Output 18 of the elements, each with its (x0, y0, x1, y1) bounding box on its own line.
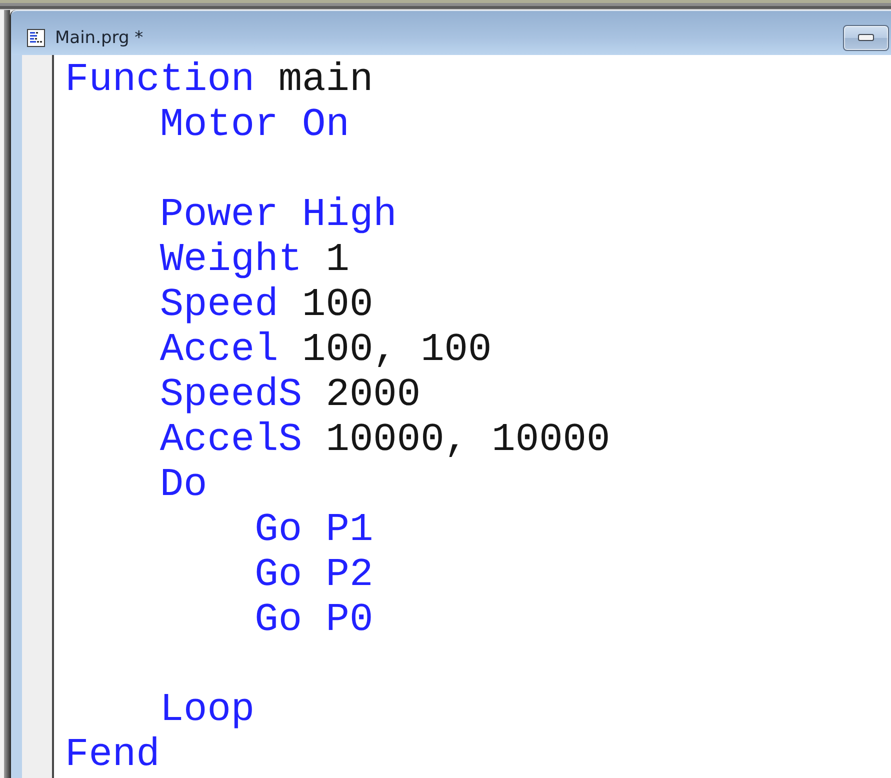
code-line: Function main (65, 57, 374, 102)
code-line: Speed 100 (160, 282, 374, 327)
code-line: Accel 100, 100 (160, 327, 492, 372)
window-title: Main.prg * (55, 28, 144, 48)
code-line: Loop (160, 687, 255, 732)
minimize-button[interactable] (843, 24, 889, 50)
code-line: Go P0 (254, 597, 374, 642)
code-line: Do (160, 462, 208, 507)
code-window-icon (27, 28, 45, 46)
code-line: SpeedS 2000 (160, 372, 421, 417)
code-line: Power High (160, 192, 397, 237)
code-line: Motor On (160, 102, 350, 147)
code-line: Weight 1 (160, 237, 350, 282)
code-line: Go P1 (254, 507, 374, 552)
code-line: Go P2 (254, 552, 374, 597)
code-line: AccelS 10000, 10000 (160, 417, 610, 462)
code-line: Fend (65, 732, 160, 777)
minimize-icon (858, 34, 874, 41)
